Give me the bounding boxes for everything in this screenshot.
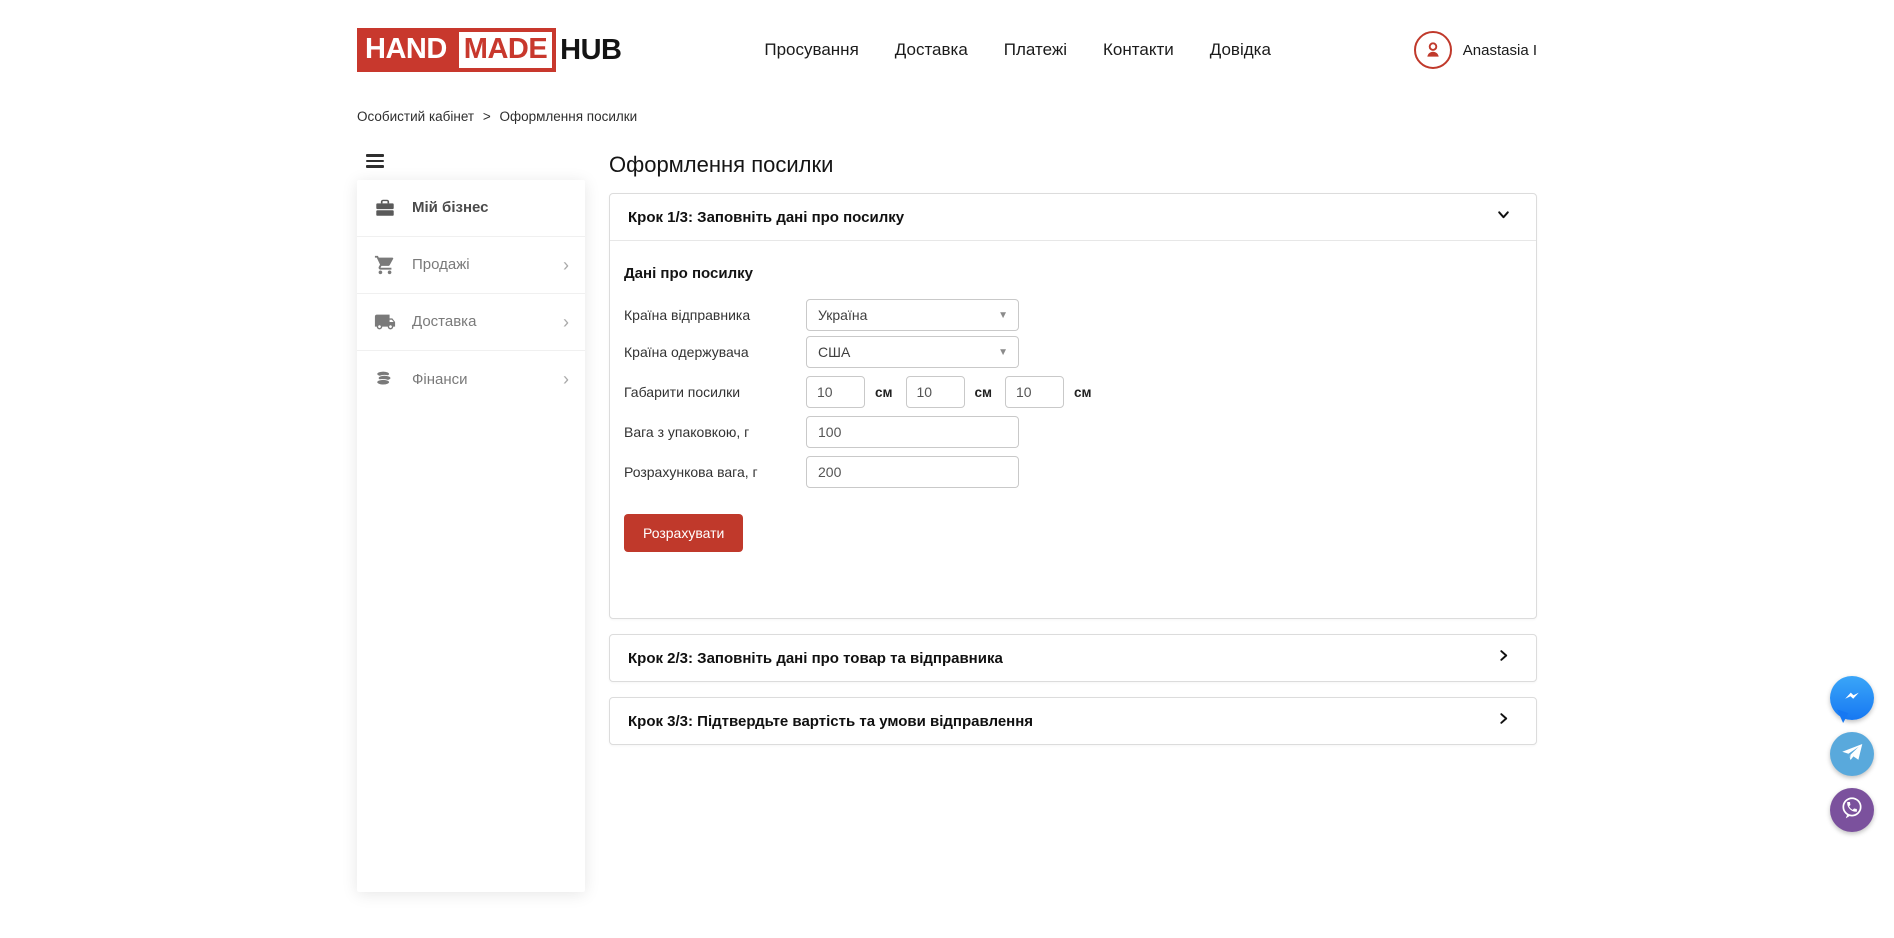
viber-icon — [1839, 795, 1865, 826]
user-avatar-icon — [1414, 31, 1452, 69]
sidebar-item-label: Продажі — [412, 256, 470, 273]
calculated-weight-input[interactable] — [806, 456, 1019, 488]
weight-with-packaging-label: Вага з упаковкою, г — [624, 424, 806, 440]
social-buttons — [1830, 676, 1874, 832]
messenger-icon — [1840, 684, 1864, 713]
form-section-title: Дані про посилку — [624, 265, 1512, 282]
calculate-button[interactable]: Розрахувати — [624, 514, 743, 552]
step-2-label: Крок 2/3: Заповніть дані про товар та ві… — [628, 650, 1003, 667]
sidebar-menu: Мій бізнес Продажі › — [357, 180, 585, 892]
sidebar-item-label: Мій бізнес — [412, 199, 489, 216]
dimension-unit-label: см — [1074, 385, 1092, 400]
sidebar-item-my-business[interactable]: Мій бізнес — [357, 180, 585, 237]
breadcrumb-separator: > — [483, 109, 491, 124]
calculated-weight-label: Розрахункова вага, г — [624, 464, 806, 480]
page-title: Оформлення посилки — [609, 152, 1537, 178]
handmade-hub-logo[interactable]: HAND MADE HUB — [357, 28, 622, 72]
dimension-unit-label: см — [875, 385, 893, 400]
breadcrumb-current: Оформлення посилки — [500, 109, 638, 124]
viber-button[interactable] — [1830, 788, 1874, 832]
sender-country-label: Країна відправника — [624, 307, 806, 323]
recipient-country-select[interactable]: США ▼ — [806, 336, 1019, 368]
main-nav: Просування Доставка Платежі Контакти Дов… — [622, 40, 1414, 60]
step-1-header[interactable]: Крок 1/3: Заповніть дані про посилку — [610, 194, 1536, 240]
cart-icon — [373, 253, 397, 277]
briefcase-icon — [373, 196, 397, 220]
step-2-header[interactable]: Крок 2/3: Заповніть дані про товар та ві… — [610, 635, 1536, 681]
hamburger-icon[interactable] — [366, 154, 384, 168]
nav-item-help[interactable]: Довідка — [1210, 40, 1271, 60]
logo-hand-part: HAND — [357, 28, 455, 72]
logo-hub-part: HUB — [556, 28, 621, 72]
nav-item-contacts[interactable]: Контакти — [1103, 40, 1174, 60]
coins-icon — [373, 367, 397, 391]
dimension-unit-label: см — [975, 385, 993, 400]
nav-item-promotion[interactable]: Просування — [764, 40, 858, 60]
step-3-card: Крок 3/3: Підтвердьте вартість та умови … — [609, 697, 1537, 745]
sender-country-select[interactable]: Україна ▼ — [806, 299, 1019, 331]
weight-with-packaging-input[interactable] — [806, 416, 1019, 448]
truck-icon — [373, 310, 397, 334]
step-2-card: Крок 2/3: Заповніть дані про товар та ві… — [609, 634, 1537, 682]
breadcrumb: Особистий кабінет > Оформлення посилки — [357, 109, 1537, 124]
chevron-right-icon: › — [563, 313, 569, 331]
step-3-header[interactable]: Крок 3/3: Підтвердьте вартість та умови … — [610, 698, 1536, 744]
breadcrumb-personal-cabinet[interactable]: Особистий кабінет — [357, 109, 474, 124]
dimension-length-input[interactable] — [806, 376, 865, 408]
step-1-card: Крок 1/3: Заповніть дані про посилку Дан… — [609, 193, 1537, 619]
nav-item-delivery[interactable]: Доставка — [895, 40, 968, 60]
dimension-height-input[interactable] — [1005, 376, 1064, 408]
parcel-data-form: Дані про посилку Країна відправника Укра… — [610, 240, 1536, 618]
telegram-icon — [1839, 739, 1865, 770]
chevron-right-icon: › — [563, 370, 569, 388]
user-name: Anastasia I — [1463, 42, 1537, 59]
caret-down-icon: ▼ — [998, 310, 1008, 321]
caret-down-icon: ▼ — [998, 347, 1008, 358]
dimensions-label: Габарити посилки — [624, 384, 806, 400]
sidebar-item-sales[interactable]: Продажі › — [357, 237, 585, 294]
recipient-country-value: США — [818, 344, 850, 360]
sidebar-item-label: Доставка — [412, 313, 476, 330]
chevron-right-icon: › — [563, 256, 569, 274]
header: HAND MADE HUB Просування Доставка Платеж… — [357, 0, 1537, 72]
sidebar-item-finance[interactable]: Фінанси › — [357, 351, 585, 408]
chevron-down-icon — [1497, 208, 1510, 226]
main-content: Оформлення посилки Крок 1/3: Заповніть д… — [609, 152, 1537, 745]
telegram-button[interactable] — [1830, 732, 1874, 776]
nav-item-payments[interactable]: Платежі — [1004, 40, 1067, 60]
sidebar-item-label: Фінанси — [412, 371, 468, 388]
chevron-right-icon — [1497, 712, 1510, 730]
logo-made-part: MADE — [455, 28, 556, 72]
user-account[interactable]: Anastasia I — [1414, 31, 1537, 69]
step-1-label: Крок 1/3: Заповніть дані про посилку — [628, 209, 904, 226]
step-3-label: Крок 3/3: Підтвердьте вартість та умови … — [628, 713, 1033, 730]
recipient-country-label: Країна одержувача — [624, 344, 806, 360]
sidebar: Мій бізнес Продажі › — [357, 152, 585, 892]
sidebar-item-delivery[interactable]: Доставка › — [357, 294, 585, 351]
dimension-width-input[interactable] — [906, 376, 965, 408]
messenger-button[interactable] — [1830, 676, 1874, 720]
sender-country-value: Україна — [818, 307, 867, 323]
chevron-right-icon — [1497, 649, 1510, 667]
